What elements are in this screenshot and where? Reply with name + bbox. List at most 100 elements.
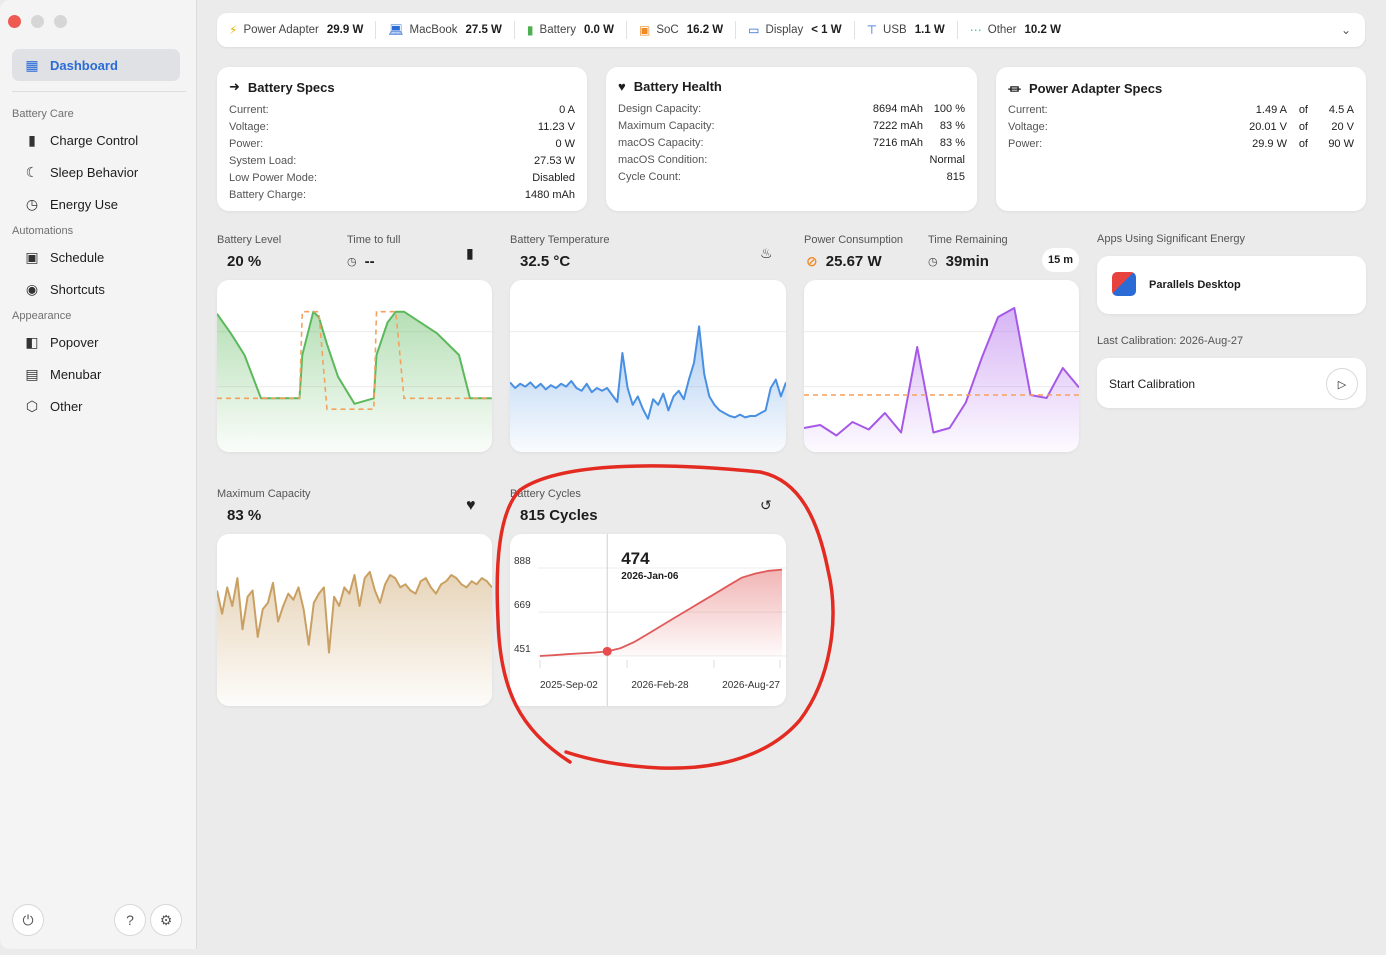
adapter-of: of	[1298, 104, 1308, 116]
chevron-down-icon[interactable]: ⌄	[1341, 23, 1351, 37]
app-name[interactable]: Parallels Desktop	[1149, 279, 1241, 291]
help-button[interactable]: ?	[114, 904, 146, 936]
sidebar-item-dashboard[interactable]: ▦ Dashboard	[12, 49, 180, 81]
bolt-icon: ➜	[229, 79, 240, 94]
sidebar-item-label: Popover	[50, 334, 99, 350]
x-tick-label: 2025-Sep-02	[540, 680, 598, 691]
sidebar-item-charge-control[interactable]: ▮ Charge Control	[12, 124, 180, 156]
play-button[interactable]: ▷	[1326, 368, 1358, 400]
card-title-text: Battery Specs	[247, 79, 335, 95]
topbar-value: 1.1 W	[914, 24, 945, 36]
topbar-power-adapter: ⚡ Power Adapter 29.9 W	[217, 21, 377, 39]
plug-icon: ⚡	[229, 23, 238, 37]
power-consumption-svg	[804, 307, 1079, 452]
topbar-other: ⋯ Other 10.2 W	[958, 21, 1073, 39]
health-value: 815	[946, 171, 965, 183]
spec-value: 11.23 V	[537, 121, 575, 133]
power-consumption-label: Power Consumption	[804, 234, 904, 246]
time-remaining-badge[interactable]: 15 m	[1042, 248, 1079, 272]
adapter-value: 20.01 V	[1249, 121, 1287, 133]
calibration-card[interactable]: Start Calibration ▷	[1097, 358, 1366, 408]
cursor-point[interactable]	[602, 646, 612, 656]
dashboard-grid-icon: ▦	[25, 56, 39, 73]
metric-value-text: 32.5 °C	[520, 253, 571, 270]
thermometer-icon[interactable]: ♨	[760, 245, 773, 262]
max-capacity-label: Maximum Capacity	[217, 488, 311, 500]
adapter-max: 20 V	[1331, 121, 1354, 133]
battery-temperature-svg	[510, 325, 786, 452]
health-value: 8694 mAh	[872, 103, 923, 115]
health-label: Cycle Count:	[618, 171, 681, 183]
topbar-display: ▭ Display < 1 W	[736, 21, 855, 39]
battery-level-chart[interactable]	[217, 280, 492, 452]
metric-value-text: 25.67 W	[825, 253, 882, 270]
power-adapter-specs-card: ⏛ Power Adapter Specs Current: 1.49 A of…	[996, 67, 1366, 211]
battery-temperature-value: 32.5 °C	[520, 253, 570, 270]
metric-value-text: --	[364, 253, 375, 270]
tooltip-date: 2026-Jan-06	[621, 571, 679, 582]
zoom-window-button[interactable]	[54, 15, 67, 28]
x-tick-label: 2026-Feb-28	[631, 680, 689, 691]
adapter-specs-title: ⏛ Power Adapter Specs	[1008, 79, 1162, 98]
adapter-of: of	[1298, 138, 1308, 150]
parallels-app-icon	[1112, 272, 1136, 296]
start-calibration-label[interactable]: Start Calibration	[1109, 377, 1195, 391]
battery-level-label: Battery Level	[217, 234, 282, 246]
health-label: macOS Capacity:	[618, 137, 704, 149]
max-capacity-value: 83 %	[227, 507, 261, 524]
topbar-value: 0.0 W	[583, 24, 615, 36]
sidebar-item-sleep-behavior[interactable]: ☾ Sleep Behavior	[12, 156, 180, 188]
area-fill	[217, 571, 492, 706]
sidebar-item-label: Schedule	[50, 249, 105, 265]
spec-label: Low Power Mode:	[229, 172, 318, 184]
sidebar-item-popover[interactable]: ◧ Popover	[12, 326, 180, 358]
x-tick-label: 2026-Aug-27	[722, 680, 780, 691]
topbar-soc: ▣ SoC 16.2 W	[627, 21, 737, 39]
sidebar-item-shortcuts[interactable]: ◉ Shortcuts	[12, 273, 180, 305]
sidebar-item-label: Energy Use	[50, 196, 118, 212]
adapter-label: Current:	[1008, 104, 1048, 116]
topbar-value: 29.9 W	[326, 24, 364, 36]
heart-icon[interactable]: ♥	[466, 497, 476, 515]
popover-icon: ◧	[25, 333, 39, 350]
battery-health-title: ♥ Battery Health	[618, 79, 722, 94]
area-fill	[510, 326, 786, 452]
battery-cycles-chart[interactable]: 451 669 888 2025-Sep-02 2026-Feb-28 2026-Aug-…	[510, 534, 786, 706]
tooltip-value: 474	[621, 549, 650, 568]
close-window-button[interactable]	[8, 15, 21, 28]
topbar-usb: ⊤ USB 1.1 W	[855, 21, 958, 39]
sidebar-item-other[interactable]: ⬡ Other	[12, 390, 180, 422]
spec-value: 0 A	[559, 104, 575, 116]
card-title-text: Battery Health	[633, 79, 722, 94]
gauge-icon: ⊘	[806, 253, 818, 269]
sidebar-item-schedule[interactable]: ▣ Schedule	[12, 241, 180, 273]
play-icon: ▷	[1337, 378, 1347, 391]
battery-charge-icon: ▮	[28, 131, 36, 148]
battery-specs-card: ➜ Battery Specs Current: 0 A Voltage: 11…	[217, 67, 587, 211]
max-capacity-chart[interactable]	[217, 534, 492, 706]
power-button[interactable]: ⏻	[12, 904, 44, 936]
health-value: Normal	[929, 154, 965, 166]
history-icon[interactable]: ↺	[760, 497, 772, 514]
minimize-window-button[interactable]	[31, 15, 44, 28]
power-flow-bar[interactable]: ⚡ Power Adapter 29.9 W 💻︎ MacBook 27.5 W…	[217, 13, 1365, 47]
spec-label: Voltage:	[229, 121, 269, 133]
battery-icon[interactable]: ▮	[466, 245, 474, 262]
chip-icon: ▣	[639, 23, 651, 37]
apps-energy-label: Apps Using Significant Energy	[1097, 233, 1245, 245]
adapter-label: Voltage:	[1008, 121, 1048, 133]
battery-temperature-chart[interactable]	[510, 280, 786, 452]
power-consumption-chart[interactable]	[804, 280, 1079, 452]
health-label: Design Capacity:	[618, 103, 702, 115]
health-value: 7222 mAh	[872, 120, 923, 132]
settings-button[interactable]: ⚙	[150, 904, 182, 936]
spec-value: 1480 mAh	[524, 189, 575, 201]
power-consumption-value: ⊘ 25.67 W	[806, 253, 882, 270]
section-appearance: Appearance	[12, 310, 72, 322]
area-fill	[540, 569, 782, 656]
topbar-battery: ▮ Battery 0.0 W	[515, 21, 628, 39]
sidebar-item-energy-use[interactable]: ◷ Energy Use	[12, 188, 180, 220]
adapter-label: Power:	[1008, 138, 1043, 150]
topbar-label: USB	[883, 24, 907, 36]
sidebar-item-menubar[interactable]: ▤ Menubar	[12, 358, 180, 390]
